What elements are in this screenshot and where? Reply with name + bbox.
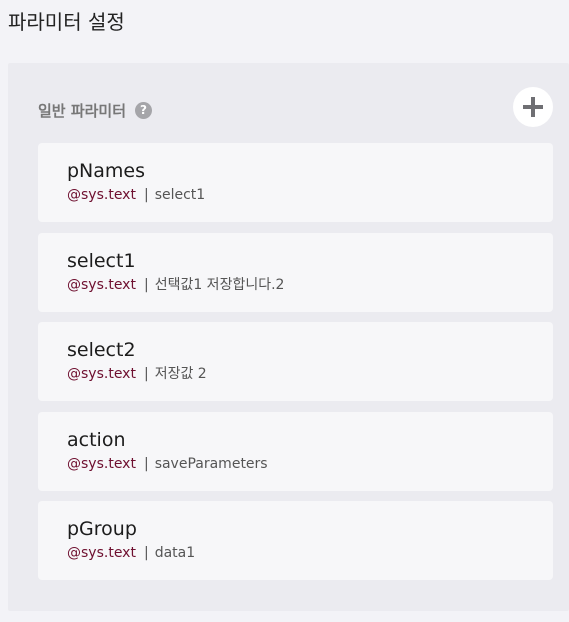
parameter-separator: | xyxy=(143,366,149,382)
parameter-separator: | xyxy=(143,455,149,472)
parameter-separator: | xyxy=(143,187,149,203)
parameter-panel: 일반 파라미터 ? pNames @sys.text | select1 selec… xyxy=(8,63,569,611)
parameter-meta: @sys.text | data1 xyxy=(67,543,553,563)
parameter-card[interactable]: pGroup @sys.text | data1 xyxy=(38,501,553,580)
parameter-card[interactable]: pNames @sys.text | select1 xyxy=(38,143,553,222)
parameter-meta: @sys.text | 선택값1 저장합니다.2 xyxy=(67,275,553,295)
page-title: 파라미터 설정 xyxy=(8,10,125,34)
parameter-type: @sys.text xyxy=(67,276,136,293)
parameter-value: 선택값1 저장합니다.2 xyxy=(154,276,285,293)
plus-icon xyxy=(523,97,543,117)
parameter-name: select2 xyxy=(67,339,136,361)
parameter-meta: @sys.text | saveParameters xyxy=(67,454,553,474)
parameter-meta: @sys.text | select1 xyxy=(67,185,553,205)
parameter-value: select1 xyxy=(154,187,206,203)
parameter-value: 저장값 2 xyxy=(154,366,207,382)
parameter-value: saveParameters xyxy=(154,455,268,472)
parameter-card[interactable]: action @sys.text | saveParameters xyxy=(38,411,553,491)
parameter-name: pNames xyxy=(67,160,146,182)
parameter-name: select1 xyxy=(67,249,136,272)
parameter-type: @sys.text xyxy=(67,455,136,472)
parameter-name: action xyxy=(67,428,126,451)
parameter-list: pNames @sys.text | select1 select1 @sys.te… xyxy=(38,143,553,591)
parameter-value: data1 xyxy=(154,545,196,561)
parameter-separator: | xyxy=(143,276,149,293)
section-header: 일반 파라미터 ? xyxy=(38,99,153,121)
add-parameter-button[interactable] xyxy=(513,87,553,127)
parameter-type: @sys.text xyxy=(67,187,136,203)
parameter-card[interactable]: select1 @sys.text | 선택값1 저장합니다.2 xyxy=(38,232,553,312)
help-icon[interactable]: ? xyxy=(135,101,153,119)
section-title: 일반 파라미터 xyxy=(38,101,127,120)
parameter-meta: @sys.text | 저장값 2 xyxy=(67,364,553,384)
parameter-type: @sys.text xyxy=(67,366,136,382)
parameter-type: @sys.text xyxy=(67,545,136,561)
parameter-name: pGroup xyxy=(67,518,137,540)
parameter-card[interactable]: select2 @sys.text | 저장값 2 xyxy=(38,322,553,401)
parameter-separator: | xyxy=(143,545,149,561)
